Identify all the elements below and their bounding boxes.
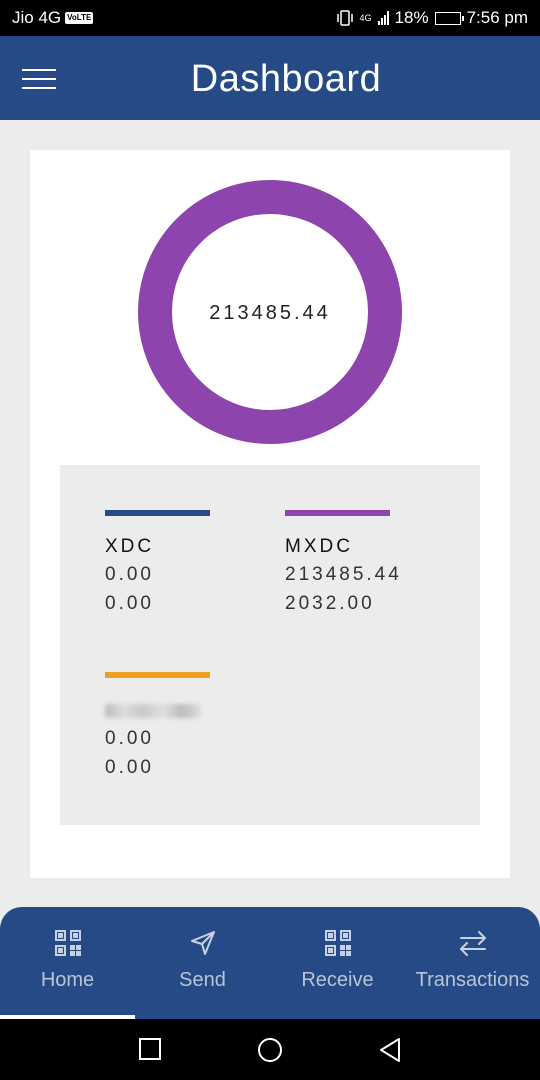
qr-code-icon	[54, 930, 81, 956]
vibrate-icon	[336, 10, 353, 26]
nav-item-send[interactable]: Send	[135, 907, 270, 1019]
back-triangle-icon[interactable]	[378, 1037, 402, 1063]
send-arrow-icon	[190, 931, 215, 955]
carrier-label: Jio 4G	[12, 8, 62, 27]
asset-color-bar	[105, 672, 210, 678]
asset-name: MXDC	[285, 536, 353, 557]
volte-badge: VoLTE	[65, 12, 94, 24]
asset-value-2: 0.00	[105, 757, 154, 778]
clock: 7:56 pm	[466, 8, 528, 27]
asset-item-xdc: XDC 0.00 0.00	[105, 510, 285, 616]
nav-label-transactions: Transactions	[415, 969, 530, 991]
asset-item-mxdc: MXDC 213485.44 2032.00	[285, 510, 465, 616]
status-bar: Jio 4G VoLTE 4G 18% 7:56 pm	[0, 0, 540, 36]
battery-icon	[434, 11, 464, 25]
page-title: Dashboard	[190, 58, 382, 100]
system-nav-bar	[0, 1019, 540, 1080]
bottom-nav: Home Send Receive Transactions	[0, 907, 540, 1019]
asset-item-redacted: 0.00 0.00	[105, 672, 285, 780]
asset-value-2: 0.00	[105, 593, 154, 614]
asset-color-bar	[285, 510, 390, 516]
nav-item-transactions[interactable]: Transactions	[405, 907, 540, 1019]
recents-icon[interactable]	[138, 1037, 162, 1061]
asset-color-bar	[105, 510, 210, 516]
network-type: 4G	[359, 13, 372, 23]
total-balance: 213485.44	[209, 302, 331, 324]
asset-value-1: 0.00	[105, 564, 154, 585]
home-circle-icon[interactable]	[257, 1037, 283, 1063]
app-header: Dashboard	[0, 36, 540, 120]
asset-name: XDC	[105, 536, 155, 557]
asset-value-1: 0.00	[105, 728, 154, 749]
asset-value-2: 2032.00	[285, 593, 375, 614]
redacted-asset-name	[105, 704, 201, 718]
battery-percent: 18%	[394, 8, 429, 27]
nav-label-send: Send	[179, 969, 226, 991]
signal-icon	[377, 11, 389, 25]
status-left: Jio 4G VoLTE	[12, 8, 94, 28]
asset-value-1: 213485.44	[285, 564, 402, 585]
nav-item-receive[interactable]: Receive	[270, 907, 405, 1019]
status-right: 4G 18% 7:56 pm	[336, 8, 528, 28]
balance-card: 213485.44 XDC 0.00 0.00 MXDC 213485.44 2…	[30, 150, 510, 878]
nav-label-home: Home	[40, 969, 95, 991]
swap-arrows-icon	[459, 931, 486, 956]
asset-legend: XDC 0.00 0.00 MXDC 213485.44 2032.00 0.0…	[60, 465, 480, 825]
qr-code-icon	[324, 930, 351, 956]
nav-item-home[interactable]: Home	[0, 907, 135, 1019]
nav-label-receive: Receive	[301, 969, 374, 991]
